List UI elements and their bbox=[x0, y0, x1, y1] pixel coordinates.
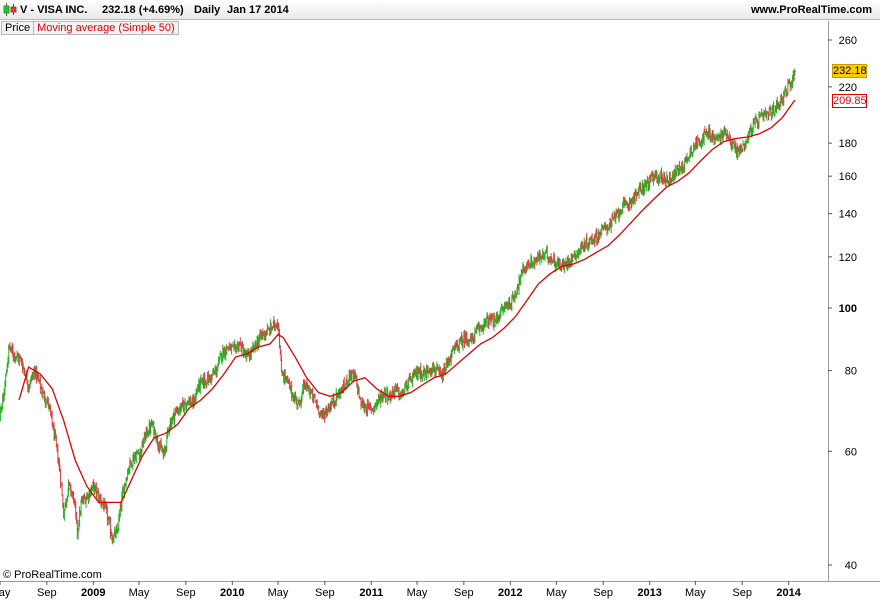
x-tick-label: 2010 bbox=[220, 587, 244, 599]
indicator-legend: Price Moving average (Simple 50) bbox=[1, 21, 179, 35]
x-tick-label: 2009 bbox=[81, 587, 105, 599]
x-tick-label: May bbox=[0, 587, 11, 599]
y-tick-label: 100 bbox=[839, 303, 857, 315]
legend-moving-average-item[interactable]: Moving average (Simple 50) bbox=[34, 22, 178, 34]
copyright-notice: © ProRealTime.com bbox=[3, 569, 102, 581]
y-tick-label: 40 bbox=[845, 560, 857, 572]
price-chart[interactable]: 406080100120140160180220260 MaySep2009Ma… bbox=[0, 0, 880, 600]
x-tick-label: May bbox=[129, 587, 150, 599]
x-tick-label: Sep bbox=[732, 587, 752, 599]
x-tick-label: 2013 bbox=[637, 587, 661, 599]
x-tick-label: Sep bbox=[315, 587, 335, 599]
x-tick-label: May bbox=[546, 587, 567, 599]
x-tick-label: 2012 bbox=[498, 587, 522, 599]
y-tick-label: 120 bbox=[839, 252, 857, 264]
y-tick-label: 60 bbox=[845, 446, 857, 458]
x-tick-label: Sep bbox=[454, 587, 474, 599]
x-tick-label: May bbox=[268, 587, 289, 599]
moving-average-value-badge: 209.85 bbox=[832, 94, 867, 108]
y-tick-label: 260 bbox=[839, 35, 857, 47]
x-tick-label: May bbox=[685, 587, 706, 599]
x-tick-label: May bbox=[407, 587, 428, 599]
x-tick-label: Sep bbox=[176, 587, 196, 599]
x-tick-label: 2011 bbox=[359, 587, 383, 599]
time-axis: May Sep 2009 May Sep 2010 May Sep 2011 May Sep 2012… bbox=[0, 581, 802, 599]
x-tick-label: Sep bbox=[37, 587, 57, 599]
y-tick-label: 160 bbox=[839, 171, 857, 183]
x-tick-label: Sep bbox=[593, 587, 613, 599]
price-axis: 40 60 80 100 120 140 160 180 220 260 bbox=[828, 35, 857, 572]
y-tick-label: 180 bbox=[839, 138, 857, 150]
legend-price-item[interactable]: Price bbox=[2, 22, 35, 34]
y-tick-label: 80 bbox=[845, 366, 857, 378]
last-price-badge: 232.18 bbox=[832, 64, 867, 78]
y-tick-label: 140 bbox=[839, 209, 857, 221]
x-tick-label: 2014 bbox=[776, 587, 801, 599]
y-tick-label: 220 bbox=[839, 82, 857, 94]
